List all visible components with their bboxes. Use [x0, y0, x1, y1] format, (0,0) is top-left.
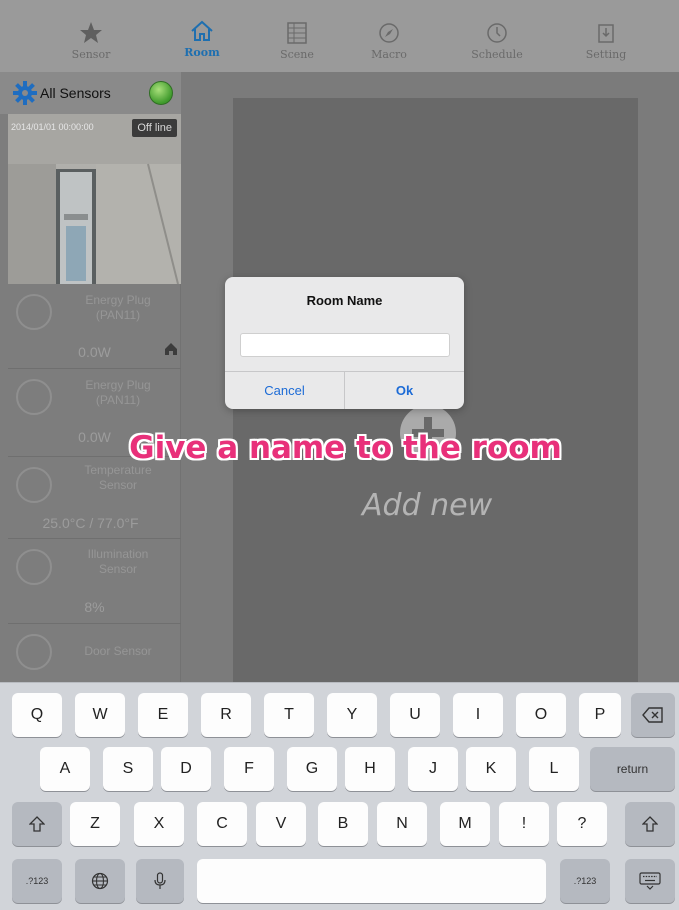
dictation-key[interactable]	[136, 859, 184, 903]
key-j[interactable]: J	[408, 747, 458, 791]
globe-key[interactable]	[75, 859, 125, 903]
shift-key-left[interactable]	[12, 802, 62, 846]
key-v[interactable]: V	[256, 802, 306, 846]
thermometer-icon	[16, 467, 52, 503]
tab-setting[interactable]: Setting	[566, 12, 646, 61]
plug-icon	[16, 379, 52, 415]
key-x[interactable]: X	[134, 802, 184, 846]
key-w[interactable]: W	[75, 693, 125, 737]
bulb-icon	[16, 549, 52, 585]
key-k[interactable]: K	[466, 747, 516, 791]
key-r[interactable]: R	[201, 693, 251, 737]
key-question[interactable]: ?	[557, 802, 607, 846]
key-c[interactable]: C	[197, 802, 247, 846]
key-exclamation[interactable]: !	[499, 802, 549, 846]
home-icon	[165, 343, 177, 355]
numbers-key-right[interactable]: .?123	[560, 859, 610, 903]
tab-scene[interactable]: Scene	[257, 12, 337, 61]
sensor-name: Temperature Sensor	[84, 463, 152, 492]
sensor-name: Energy Plug (PAN11)	[85, 378, 151, 407]
tab-label: Setting	[585, 48, 627, 61]
sensor-item[interactable]: Temperature Sensor 25.0°C / 77.0°F	[8, 457, 181, 539]
dialog-title: Room Name	[306, 293, 383, 308]
clock-icon	[487, 23, 507, 43]
star-icon	[80, 22, 102, 43]
settings-doc-icon	[598, 24, 614, 43]
shift-key-right[interactable]	[625, 802, 675, 846]
key-q[interactable]: Q	[12, 693, 62, 737]
globe-icon	[91, 872, 109, 889]
sensor-value: 8%	[84, 599, 105, 615]
tab-bar: Sensor Room Scene Macro Schedule Setting	[0, 0, 679, 72]
key-a[interactable]: A	[40, 747, 90, 791]
space-key[interactable]	[197, 859, 546, 903]
return-key[interactable]: return	[590, 747, 675, 791]
all-sensors-label: All Sensors	[40, 85, 111, 101]
key-n[interactable]: N	[377, 802, 427, 846]
tab-label: Sensor	[71, 48, 111, 61]
tab-schedule[interactable]: Schedule	[457, 12, 537, 61]
gear-icon[interactable]	[12, 80, 38, 106]
backspace-icon	[642, 707, 663, 723]
key-l[interactable]: L	[529, 747, 579, 791]
numbers-key-left[interactable]: .?123	[12, 859, 62, 903]
key-i[interactable]: I	[453, 693, 503, 737]
compass-icon	[379, 23, 399, 43]
sensor-name: Illumination Sensor	[87, 547, 149, 576]
microphone-icon	[154, 872, 166, 889]
plug-icon	[16, 294, 52, 330]
ok-button[interactable]: Ok	[345, 372, 464, 409]
tab-label: Room	[184, 46, 220, 59]
keyboard-hide-icon	[639, 872, 661, 890]
tab-label: Macro	[371, 48, 407, 61]
sensor-name: Energy Plug (PAN11)	[85, 293, 151, 322]
key-f[interactable]: F	[224, 747, 274, 791]
key-g[interactable]: G	[287, 747, 337, 791]
add-new-label[interactable]: Add new	[362, 488, 492, 523]
key-e[interactable]: E	[138, 693, 188, 737]
tab-label: Schedule	[471, 48, 523, 61]
sensor-value: 25.0°C / 77.0°F	[42, 515, 139, 531]
shift-icon	[28, 815, 46, 832]
door-icon	[16, 634, 52, 670]
tab-macro[interactable]: Macro	[349, 12, 429, 61]
camera-preview[interactable]: 2014/01/01 00:00:00 Off line	[8, 114, 181, 284]
tab-sensor[interactable]: Sensor	[51, 12, 131, 61]
house-icon	[191, 20, 213, 41]
sensor-sidebar: All Sensors 2014/01/01 00:00:00 Off line…	[0, 72, 181, 682]
key-p[interactable]: P	[579, 693, 621, 737]
status-indicator	[149, 81, 173, 105]
sensor-item[interactable]: Illumination Sensor 8%	[8, 539, 181, 624]
key-o[interactable]: O	[516, 693, 566, 737]
key-b[interactable]: B	[318, 802, 368, 846]
camera-image	[8, 114, 181, 284]
offline-badge: Off line	[132, 119, 177, 137]
key-d[interactable]: D	[161, 747, 211, 791]
sensor-name: Door Sensor	[84, 644, 152, 658]
camera-timestamp: 2014/01/01 00:00:00	[11, 122, 94, 132]
scene-grid-icon	[287, 22, 307, 44]
instruction-annotation: Give a name to the room	[129, 430, 562, 466]
room-name-input[interactable]	[240, 333, 450, 357]
sidebar-header: All Sensors	[0, 72, 181, 114]
shift-icon	[641, 815, 659, 832]
tab-label: Scene	[280, 48, 314, 61]
key-z[interactable]: Z	[70, 802, 120, 846]
key-m[interactable]: M	[440, 802, 490, 846]
dialog-buttons: Cancel Ok	[225, 371, 464, 409]
sensor-item[interactable]: Door Sensor	[8, 624, 181, 682]
key-h[interactable]: H	[345, 747, 395, 791]
hide-keyboard-key[interactable]	[625, 859, 675, 903]
key-u[interactable]: U	[390, 693, 440, 737]
sensor-value: 0.0W	[78, 344, 111, 360]
sensor-item[interactable]: Energy Plug (PAN11) 0.0W	[8, 284, 181, 369]
key-t[interactable]: T	[264, 693, 314, 737]
onscreen-keyboard: Q W E R T Y U I O P A S D F G H J K L re…	[0, 682, 679, 910]
cancel-button[interactable]: Cancel	[225, 372, 345, 409]
tab-room[interactable]: Room	[162, 12, 242, 59]
key-y[interactable]: Y	[327, 693, 377, 737]
key-s[interactable]: S	[103, 747, 153, 791]
room-name-dialog: Room Name Cancel Ok	[225, 277, 464, 409]
backspace-key[interactable]	[631, 693, 675, 737]
